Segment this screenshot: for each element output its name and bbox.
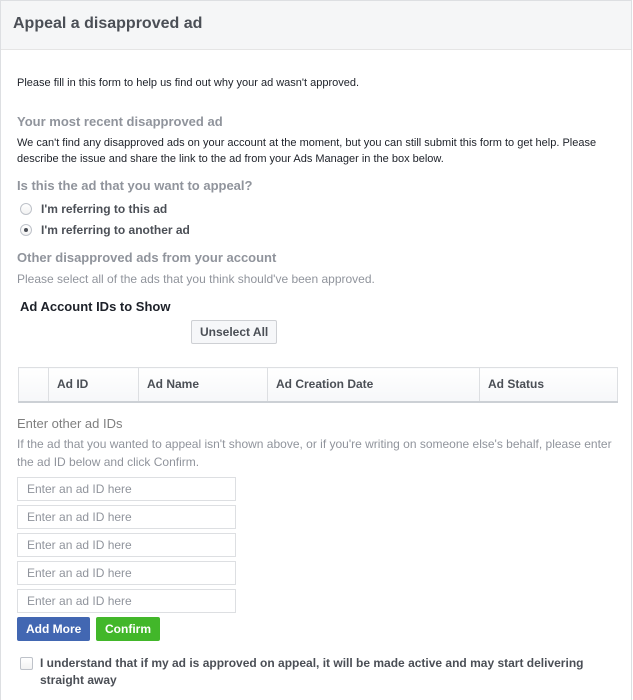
radio-option-label: I'm referring to this ad <box>41 202 168 216</box>
ads-table: Ad ID Ad Name Ad Creation Date Ad Status <box>18 367 618 403</box>
agreement-label[interactable]: I understand that if my ad is approved o… <box>40 655 600 689</box>
other-ads-description: Please select all of the ads that you th… <box>17 272 375 286</box>
appeal-question-title: Is this the ad that you want to appeal? <box>17 178 253 193</box>
ads-table-wrapper: Ad ID Ad Name Ad Creation Date Ad Status <box>18 367 618 403</box>
other-ads-title: Other disapproved ads from your account <box>17 250 277 265</box>
add-more-button[interactable]: Add More <box>17 617 91 641</box>
radio-option-label: I'm referring to another ad <box>41 223 190 237</box>
ad-id-input-1[interactable] <box>17 477 236 501</box>
ad-account-ids-title: Ad Account IDs to Show <box>20 299 171 314</box>
enter-ids-description: If the ad that you wanted to appeal isn'… <box>17 437 612 469</box>
recent-ad-description: We can't find any disapproved ads on you… <box>17 137 597 165</box>
unselect-all-button[interactable]: Unselect All <box>191 320 278 344</box>
dialog-title: Appeal a disapproved ad <box>13 15 203 32</box>
column-header-ad-id[interactable]: Ad ID <box>48 367 139 402</box>
confirm-button[interactable]: Confirm <box>96 617 160 641</box>
dialog-header: Appeal a disapproved ad <box>1 1 631 50</box>
column-header-ad-creation-date[interactable]: Ad Creation Date <box>267 367 480 402</box>
radio-option-this-ad[interactable]: I'm referring to this ad <box>20 202 167 216</box>
enter-ids-title: Enter other ad IDs <box>17 416 123 431</box>
agreement-checkbox[interactable] <box>20 657 33 670</box>
radio-button-checked-icon[interactable] <box>20 224 32 236</box>
appeal-dialog: Appeal a disapproved ad Please fill in t… <box>0 0 632 700</box>
radio-option-another-ad[interactable]: I'm referring to another ad <box>20 223 190 237</box>
table-header-row: Ad ID Ad Name Ad Creation Date Ad Status <box>18 367 618 402</box>
ad-id-input-3[interactable] <box>17 533 236 557</box>
column-header-select <box>18 367 49 402</box>
recent-ad-title: Your most recent disapproved ad <box>17 114 223 129</box>
column-header-ad-name[interactable]: Ad Name <box>138 367 268 402</box>
ad-id-input-5[interactable] <box>17 589 236 613</box>
column-header-ad-status[interactable]: Ad Status <box>479 367 618 402</box>
radio-button-icon[interactable] <box>20 203 32 215</box>
ad-id-input-4[interactable] <box>17 561 236 585</box>
ad-id-input-2[interactable] <box>17 505 236 529</box>
intro-text: Please fill in this form to help us find… <box>17 77 360 89</box>
